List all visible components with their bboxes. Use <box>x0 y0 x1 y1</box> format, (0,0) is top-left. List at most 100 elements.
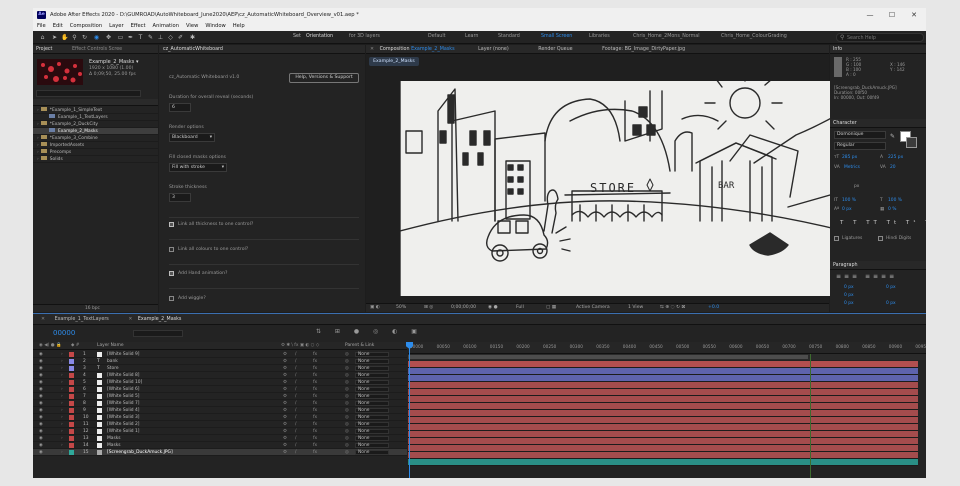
chevron-right-icon[interactable]: › <box>37 150 39 155</box>
parent-dropdown[interactable]: None <box>355 436 389 441</box>
parent-pickwhip-icon[interactable]: ◎ <box>345 379 349 386</box>
eye-icon[interactable]: ◉ <box>39 351 43 358</box>
quality-switch-icon[interactable]: / <box>295 400 296 407</box>
horizontal-scale-value[interactable]: 100 % <box>888 198 902 203</box>
layer-row[interactable]: ◉ › 11 [White Solid 2] ⚙ / fx ◎ None <box>33 421 407 428</box>
close-icon[interactable]: ✕ <box>370 47 374 52</box>
parent-pickwhip-icon[interactable]: ◎ <box>345 428 349 435</box>
orientation-dropdown[interactable]: Orientation <box>306 34 333 40</box>
font-family-dropdown[interactable]: Domonique <box>834 131 886 139</box>
layer-duration-bar[interactable] <box>408 424 918 431</box>
expand-arrow-icon[interactable]: › <box>61 372 63 379</box>
eye-icon[interactable]: ◉ <box>39 358 43 365</box>
tab-effect-controls[interactable]: Effect Controls Scree <box>72 47 122 52</box>
timeline-switch-icons[interactable]: ⇅ ⊞ ● ◎ ◐ ▣ <box>316 328 423 335</box>
shy-switch-icon[interactable]: ⚙ <box>283 449 287 456</box>
fx-switch-icon[interactable]: fx <box>313 400 317 407</box>
project-item[interactable]: › *Example_3_Combine <box>33 135 158 142</box>
shy-switch-icon[interactable]: ⚙ <box>283 358 287 365</box>
eye-icon[interactable]: ◉ <box>39 435 43 442</box>
layer-duration-bar[interactable] <box>408 361 918 368</box>
layer-row[interactable]: ◉ › 12 [White Solid 1] ⚙ / fx ◎ None <box>33 428 407 435</box>
eye-icon[interactable]: ◉ <box>39 449 43 456</box>
tab-render-queue[interactable]: Render Queue <box>538 47 572 52</box>
alignment-buttons[interactable]: ≡≡≡ ≡≡≡≡ <box>836 273 897 280</box>
breadcrumb[interactable]: Example_2_Masks <box>369 57 419 66</box>
parent-link-header[interactable]: Parent & Link <box>345 342 374 350</box>
menu-item-composition[interactable]: Composition <box>70 22 102 31</box>
quality-switch-icon[interactable]: / <box>295 372 296 379</box>
layer-duration-bar[interactable] <box>408 431 918 438</box>
fx-switch-icon[interactable]: fx <box>313 442 317 449</box>
shy-switch-icon[interactable]: ⚙ <box>283 393 287 400</box>
home-icon[interactable]: ⌂ <box>39 34 46 41</box>
shy-switch-icon[interactable]: ⚙ <box>283 407 287 414</box>
parent-pickwhip-icon[interactable]: ◎ <box>345 351 349 358</box>
eraser-tool-icon[interactable]: ◇ <box>167 34 174 41</box>
expand-arrow-icon[interactable]: › <box>61 386 63 393</box>
shy-switch-icon[interactable]: ⚙ <box>283 386 287 393</box>
expand-arrow-icon[interactable]: › <box>61 351 63 358</box>
quality-switch-icon[interactable]: / <box>295 358 296 365</box>
exposure-value[interactable]: +0.0 <box>708 304 719 312</box>
roi-icon[interactable]: ▢ ▦ <box>546 304 556 312</box>
expand-arrow-icon[interactable]: › <box>61 421 63 428</box>
label-color-swatch[interactable] <box>69 373 74 378</box>
stamp-tool-icon[interactable]: ⊥ <box>157 34 164 41</box>
quality-switch-icon[interactable]: / <box>295 407 296 414</box>
space-after-value[interactable]: 0 px <box>886 301 896 306</box>
label-color-swatch[interactable] <box>69 380 74 385</box>
ligatures-checkbox[interactable] <box>834 236 839 241</box>
indent-left-value[interactable]: 0 px <box>844 285 854 290</box>
workspace-tab-3[interactable]: Small Screen <box>541 34 572 40</box>
close-icon[interactable]: ✕ <box>41 317 45 322</box>
eye-icon[interactable]: ◉ <box>39 407 43 414</box>
shy-switch-icon[interactable]: ⚙ <box>283 379 287 386</box>
add-wiggle-checkbox[interactable] <box>169 296 174 301</box>
parent-dropdown[interactable]: None <box>355 415 389 420</box>
label-color-swatch[interactable] <box>69 429 74 434</box>
tab-composition[interactable]: Composition Example_2_Masks <box>380 47 455 52</box>
chevron-right-icon[interactable]: › <box>37 136 39 141</box>
fx-switch-icon[interactable]: fx <box>313 414 317 421</box>
workspace-tab-6[interactable]: Chris_Home_ColourGrading <box>721 34 787 40</box>
help-versions-button[interactable]: Help, Versions & Support <box>289 73 359 83</box>
hindi-digits-checkbox[interactable] <box>878 236 883 241</box>
layer-duration-bar[interactable] <box>408 382 918 389</box>
timeline-timecode[interactable]: 00000 <box>53 329 75 337</box>
tab-automatic-whiteboard[interactable]: cz_AutomaticWhiteboard <box>163 47 223 52</box>
stroke-thickness-input[interactable]: 3 <box>169 193 191 202</box>
render-options-dropdown[interactable]: Blackboard ▾ <box>169 133 215 142</box>
baseline-value[interactable]: 0 px <box>842 207 852 212</box>
snapshot-icon[interactable]: ◉ ● <box>488 304 497 312</box>
eye-icon[interactable]: ◉ <box>39 400 43 407</box>
workspace-tab-2[interactable]: Standard <box>498 34 520 40</box>
space-before-value[interactable]: 0 px <box>844 301 854 306</box>
workspace-tab-4[interactable]: Libraries <box>589 34 610 40</box>
camera-dropdown[interactable]: Active Camera <box>576 304 610 312</box>
label-color-swatch[interactable] <box>69 401 74 406</box>
parent-dropdown[interactable]: None <box>355 359 389 364</box>
time-ruler[interactable]: 00000 00050 00100 00150 00200 00250 00300 00350… <box>408 342 926 354</box>
parent-pickwhip-icon[interactable]: ◎ <box>345 407 349 414</box>
fx-switch-icon[interactable]: fx <box>313 393 317 400</box>
parent-dropdown[interactable]: None <box>355 422 389 427</box>
close-button[interactable]: ✕ <box>904 10 924 20</box>
link-thickness-checkbox[interactable] <box>169 222 174 227</box>
stroke-color-swatch[interactable] <box>906 137 917 148</box>
expand-arrow-icon[interactable]: › <box>61 449 63 456</box>
label-color-swatch[interactable] <box>69 422 74 427</box>
parent-dropdown[interactable]: None <box>355 394 389 399</box>
label-color-swatch[interactable] <box>69 450 74 455</box>
layer-row[interactable]: ◉ › 3 T Store ⚙ / fx ◎ None <box>33 365 407 372</box>
menu-item-file[interactable]: File <box>37 22 46 31</box>
parent-dropdown[interactable]: None <box>355 373 389 378</box>
label-color-swatch[interactable] <box>69 436 74 441</box>
layer-duration-bar[interactable] <box>408 403 918 410</box>
font-size-value[interactable]: 285 px <box>842 155 857 160</box>
leading-value[interactable]: 225 px <box>888 155 903 160</box>
quality-switch-icon[interactable]: / <box>295 365 296 372</box>
grid-icon[interactable]: ⊞ ◎ <box>424 304 433 312</box>
work-area-bar[interactable] <box>408 354 926 360</box>
fx-switch-icon[interactable]: fx <box>313 435 317 442</box>
